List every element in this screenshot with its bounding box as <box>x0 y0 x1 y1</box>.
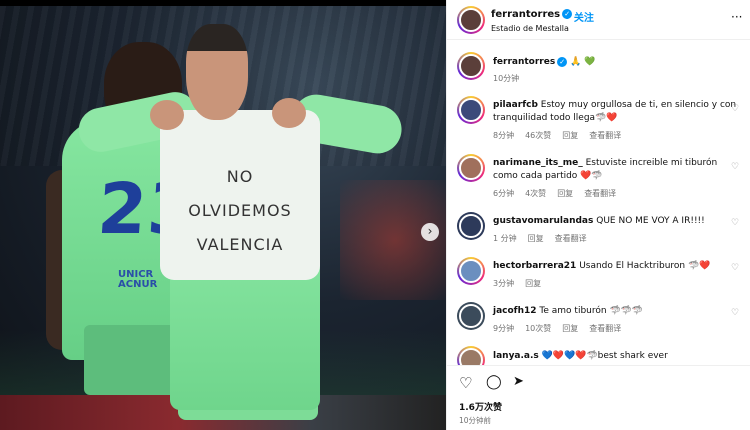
comment-username[interactable]: narimane_its_me_ <box>493 158 583 168</box>
follow-label: 关注 <box>573 13 594 24</box>
comment-meta: 3分钟 回复 <box>493 278 552 289</box>
shirt-message: NO OLVIDEMOS VALENCIA <box>180 160 300 262</box>
reply-button[interactable]: 回复 <box>562 324 578 333</box>
comment-avatar[interactable] <box>457 212 485 240</box>
comment-avatar[interactable] <box>457 96 485 124</box>
comment-avatar[interactable] <box>457 302 485 330</box>
shirt-message-line-2: VALENCIA <box>196 235 284 254</box>
post-image[interactable]: 23 UNICR ACNUR NO OLVIDEMOS VALENCIA › <box>0 0 446 430</box>
comment-text: lanya.a.s 💙❤️💙❤️🦈best shark ever <box>493 350 743 363</box>
post-time[interactable]: 10分钟前 <box>459 415 491 426</box>
post-header: ferrantorres ✓ • 关注 Estadio de Mestalla ·… <box>447 0 750 40</box>
like-comment-heart-icon[interactable]: ♡ <box>731 218 739 228</box>
like-comment-heart-icon[interactable]: ♡ <box>731 104 739 114</box>
comment-time: 8分钟 <box>493 131 515 140</box>
comment-text: jacofh12 Te amo tiburón 🦈🦈🦈 <box>493 305 743 318</box>
caption-avatar[interactable] <box>457 52 485 80</box>
comment-username[interactable]: jacofh12 <box>493 306 537 316</box>
comment-username[interactable]: lanya.a.s <box>493 351 539 361</box>
comment-avatar[interactable] <box>457 257 485 285</box>
translate-button[interactable]: 查看翻译 <box>584 189 616 198</box>
sponsor-line-2: ACNUR <box>118 279 158 290</box>
reply-button[interactable]: 回复 <box>525 279 541 288</box>
share-icon[interactable]: ➤ <box>513 374 524 389</box>
comment-meta: 8分钟 46次赞 回复 查看翻译 <box>493 130 632 141</box>
post-actions: ♡ ◯ ➤ 1.6万次赞 10分钟前 <box>447 365 750 430</box>
caption-time: 10分钟 <box>493 74 520 83</box>
comment-text: hectorbarrera21 Usando El Hacktriburon 🦈… <box>493 260 743 273</box>
comment-likes[interactable]: 10次赞 <box>525 324 551 333</box>
caption-text: ferrantorres ✓ 🙏 💚 <box>493 56 743 69</box>
comment-body: QUE NO ME VOY A IR!!!! <box>596 216 705 226</box>
verified-icon: ✓ <box>557 56 568 67</box>
comment-body: 💙❤️💙❤️🦈best shark ever <box>541 351 668 361</box>
caption-emojis: 🙏 💚 <box>570 57 596 67</box>
comment-likes[interactable]: 4次赞 <box>525 189 546 198</box>
comment-text: narimane_its_me_ Estuviste increible mi … <box>493 157 743 183</box>
reply-button[interactable]: 回复 <box>528 234 544 243</box>
author-username[interactable]: ferrantorres <box>491 9 560 20</box>
comment-avatar[interactable] <box>457 154 485 182</box>
player-1-left-hand <box>150 100 184 130</box>
comment-username[interactable]: hectorbarrera21 <box>493 261 576 271</box>
player-1-head <box>186 24 248 120</box>
translate-button[interactable]: 查看翻译 <box>589 131 621 140</box>
translate-button[interactable]: 查看翻译 <box>555 234 587 243</box>
post-sidebar: ferrantorres ✓ • 关注 Estadio de Mestalla ·… <box>446 0 750 430</box>
like-comment-heart-icon[interactable]: ♡ <box>731 162 739 172</box>
player-1-right-hand <box>272 98 306 128</box>
like-comment-heart-icon[interactable]: ♡ <box>731 308 739 318</box>
comment-icon[interactable]: ◯ <box>486 374 502 390</box>
comment-time: 1 分钟 <box>493 234 517 243</box>
translate-button[interactable]: 查看翻译 <box>589 324 621 333</box>
post-location[interactable]: Estadio de Mestalla <box>491 24 569 33</box>
comment-text: gustavomarulandas QUE NO ME VOY A IR!!!! <box>493 215 743 228</box>
jersey-sponsor: UNICR ACNUR <box>118 270 157 290</box>
comment-time: 6分钟 <box>493 189 515 198</box>
shirt-message-line-1: NO OLVIDEMOS <box>188 167 292 220</box>
caption-meta: 10分钟 <box>493 73 530 84</box>
likes-count[interactable]: 1.6万次赞 <box>459 400 502 413</box>
comment-time: 9分钟 <box>493 324 515 333</box>
comment-meta: 9分钟 10次赞 回复 查看翻译 <box>493 323 632 334</box>
reply-button[interactable]: 回复 <box>562 131 578 140</box>
player-2-shorts <box>84 325 184 395</box>
instagram-post-view: 23 UNICR ACNUR NO OLVIDEMOS VALENCIA › f… <box>0 0 750 430</box>
comment-meta: 1 分钟 回复 查看翻译 <box>493 233 598 244</box>
comment-meta: 6分钟 4次赞 回复 查看翻译 <box>493 188 627 199</box>
caption-username[interactable]: ferrantorres <box>493 57 555 67</box>
author-avatar[interactable] <box>457 6 485 34</box>
comment-text: pilaarfcb Estoy muy orgullosa de ti, en … <box>493 99 743 125</box>
comment-body: Te amo tiburón 🦈🦈🦈 <box>539 306 644 316</box>
comment-likes[interactable]: 46次赞 <box>525 131 551 140</box>
like-heart-icon[interactable]: ♡ <box>459 374 472 392</box>
like-comment-heart-icon[interactable]: ♡ <box>731 263 739 273</box>
reply-button[interactable]: 回复 <box>557 189 573 198</box>
more-options-icon[interactable]: ··· <box>731 10 742 24</box>
comment-username[interactable]: pilaarfcb <box>493 100 538 110</box>
comment-time: 3分钟 <box>493 279 515 288</box>
next-image-button[interactable]: › <box>421 223 439 241</box>
comment-username[interactable]: gustavomarulandas <box>493 216 593 226</box>
comment-body: Usando El Hacktriburon 🦈❤️ <box>579 261 711 271</box>
follow-button[interactable]: • 关注 <box>564 9 594 24</box>
author-username-row: ferrantorres ✓ <box>491 9 573 20</box>
